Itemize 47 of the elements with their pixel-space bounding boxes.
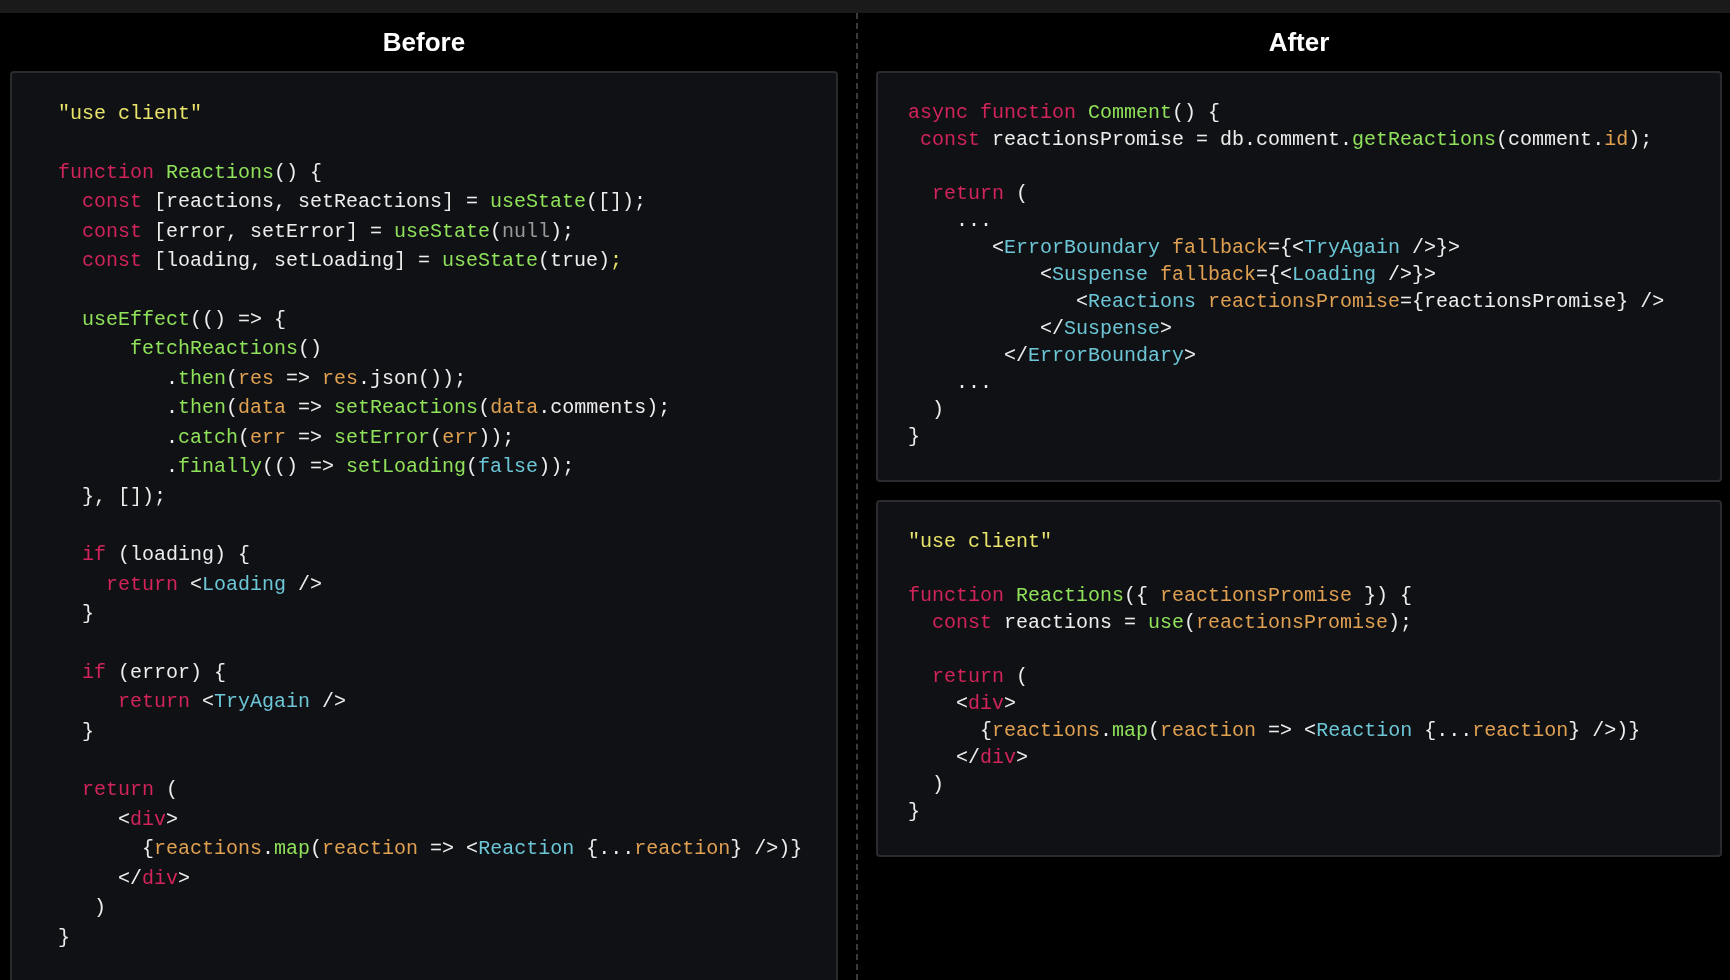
code-line: const reactions = use(reactionsPromise); bbox=[931, 610, 1413, 636]
column-heading: After bbox=[1268, 25, 1330, 59]
code-line: {reactions.map(reaction => <Reaction {...reaction} />)} bbox=[979, 718, 1641, 744]
code-line: ) bbox=[93, 895, 106, 921]
code-line: ... bbox=[955, 370, 992, 396]
code-line: .catch(err => setError(err)); bbox=[165, 424, 515, 451]
code-line: } bbox=[58, 924, 70, 951]
column-heading: Before bbox=[382, 25, 466, 59]
code-line: } bbox=[908, 799, 920, 825]
code-line: </div> bbox=[955, 745, 1029, 771]
code-line: ) bbox=[931, 772, 944, 798]
code-line: }, []); bbox=[81, 483, 167, 510]
code-line: return ( bbox=[931, 664, 1029, 690]
code-line: <ErrorBoundary fallback={<TryAgain />}> bbox=[991, 235, 1461, 261]
code-line: "use client" bbox=[58, 101, 203, 127]
code-line: <Reactions reactionsPromise={reactionsPromise} /> bbox=[1075, 289, 1665, 315]
code-line: .then(res => res.json()); bbox=[165, 365, 467, 392]
code-line: ) bbox=[931, 397, 944, 423]
code-line: function Reactions({ reactionsPromise }) { bbox=[908, 583, 1413, 609]
code-line: .finally(() => setLoading(false)); bbox=[165, 454, 575, 480]
code-line: } bbox=[81, 601, 94, 627]
code-line: return <Loading /> bbox=[105, 571, 323, 598]
code-line: if (error) { bbox=[81, 659, 227, 686]
code-line: function Reactions() { bbox=[58, 159, 323, 186]
code-line: } bbox=[81, 718, 94, 745]
code-line: </Suspense> bbox=[1039, 316, 1173, 342]
code-line: ... bbox=[955, 208, 992, 234]
code-line: const [reactions, setReactions] = useState([]); bbox=[81, 189, 647, 215]
code-line: useEffect(() => { bbox=[81, 306, 287, 333]
code-line: {reactions.map(reaction => <Reaction {...reaction} />)} bbox=[141, 836, 803, 862]
code-line: <Suspense fallback={<Loading />}> bbox=[1039, 262, 1437, 288]
code-line: .then(data => setReactions(data.comments); bbox=[165, 395, 671, 421]
code-line: return ( bbox=[81, 777, 179, 803]
code-line: </div> bbox=[117, 865, 191, 892]
code-line: } bbox=[908, 424, 920, 450]
code-line: return ( bbox=[931, 181, 1029, 207]
code-line: <div> bbox=[117, 806, 179, 833]
code-line: async function Comment() { bbox=[908, 100, 1221, 126]
code-line: "use client" bbox=[908, 529, 1053, 555]
code-line: fetchReactions() bbox=[129, 336, 323, 362]
code-line: <div> bbox=[955, 691, 1017, 717]
code-line: </ErrorBoundary> bbox=[1003, 343, 1197, 369]
code-line: return <TryAgain /> bbox=[117, 689, 347, 715]
code-line: const [loading, setLoading] = useState(true); bbox=[81, 248, 623, 274]
code-line: if (loading) { bbox=[81, 542, 251, 568]
code-line: const [error, setError] = useState(null); bbox=[81, 218, 575, 245]
code-line: const reactionsPromise = db.comment.getReactions(comment.id); bbox=[919, 127, 1653, 153]
